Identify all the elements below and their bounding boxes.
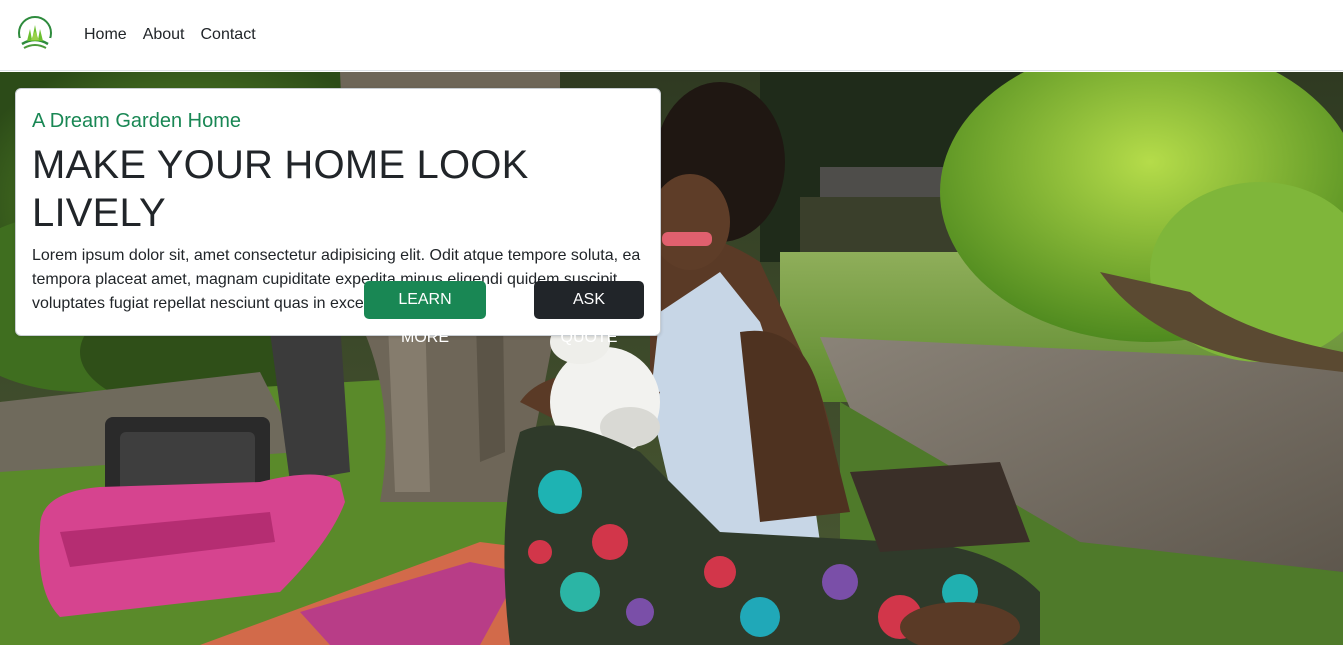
nav-link-contact[interactable]: Contact [201,23,256,47]
learn-more-button[interactable]: LEARN MORE [364,281,486,346]
hero-card: A Dream Garden Home MAKE YOUR HOME LOOK … [15,88,661,346]
nav-link-about[interactable]: About [143,23,185,47]
card-title: MAKE YOUR HOME LOOK LIVELY [32,143,529,235]
grass-leaf-logo-icon [18,16,52,52]
brand-logo-link[interactable] [16,14,54,52]
navbar: Home About Contact [0,0,1343,71]
nav-links: Home About Contact [84,23,256,47]
card-actions: LEARN MORE ASK QUOTE [364,281,644,346]
nav-link-home[interactable]: Home [84,23,127,47]
card-subtitle: A Dream Garden Home [32,110,241,132]
ask-quote-button[interactable]: ASK QUOTE [534,281,644,346]
